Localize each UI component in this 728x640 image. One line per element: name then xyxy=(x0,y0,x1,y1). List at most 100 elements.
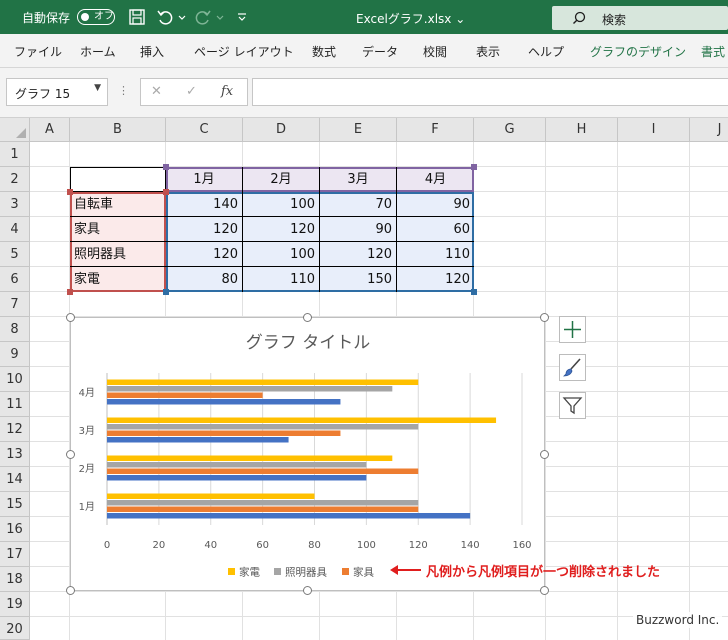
range-handle[interactable] xyxy=(67,289,73,295)
table-cell[interactable]: 90 xyxy=(320,217,397,242)
chart-styles-button[interactable] xyxy=(559,354,586,381)
table-cell[interactable]: 120 xyxy=(166,217,243,242)
tab-format[interactable]: 書式 xyxy=(701,43,725,60)
range-handle[interactable] xyxy=(67,189,73,195)
window-title[interactable]: Excelグラフ.xlsx ⌄ xyxy=(356,10,465,27)
column-header[interactable]: E xyxy=(320,118,397,142)
legend[interactable]: 家電 照明器具 家具 xyxy=(228,566,374,579)
select-all-corner[interactable] xyxy=(0,118,30,142)
row-header[interactable]: 15 xyxy=(0,492,30,517)
tab-home[interactable]: ホーム xyxy=(80,43,116,60)
resize-handle[interactable] xyxy=(540,450,549,459)
tab-view[interactable]: 表示 xyxy=(476,43,500,60)
table-row-label[interactable]: 家具 xyxy=(70,217,166,242)
name-box[interactable]: グラフ 15 ▼ xyxy=(6,78,108,106)
resize-handle[interactable] xyxy=(66,450,75,459)
resize-handle[interactable] xyxy=(66,313,75,322)
table-cell[interactable]: 120 xyxy=(397,267,474,292)
table-row-label[interactable]: 自転車 xyxy=(70,192,166,217)
table-cell[interactable]: 120 xyxy=(166,242,243,267)
row-header[interactable]: 8 xyxy=(0,317,30,342)
table-cell[interactable]: 120 xyxy=(320,242,397,267)
redo-icon[interactable] xyxy=(194,8,212,26)
table-row-label[interactable]: 家電 xyxy=(70,267,166,292)
column-header[interactable]: G xyxy=(474,118,546,142)
plot-area[interactable]: 0 20 40 60 80 100 120 140 160 1月 2月 3月 4月 xyxy=(79,373,532,551)
row-header[interactable]: 4 xyxy=(0,217,30,242)
table-cell[interactable]: 140 xyxy=(166,192,243,217)
save-icon[interactable] xyxy=(128,8,146,26)
resize-handle[interactable] xyxy=(540,313,549,322)
row-header[interactable]: 13 xyxy=(0,442,30,467)
range-handle[interactable] xyxy=(163,289,169,295)
table-header[interactable]: 2月 xyxy=(243,167,320,192)
table-header[interactable]: 1月 xyxy=(166,167,243,192)
tab-page-layout[interactable]: ページ レイアウト xyxy=(194,43,294,60)
cell-b2[interactable] xyxy=(70,167,166,192)
table-cell[interactable]: 100 xyxy=(243,242,320,267)
column-header[interactable]: B xyxy=(70,118,166,142)
range-handle[interactable] xyxy=(163,189,169,195)
table-cell[interactable]: 60 xyxy=(397,217,474,242)
tab-help[interactable]: ヘルプ xyxy=(528,43,564,60)
insert-function-icon[interactable]: fx xyxy=(221,84,233,99)
resize-handle[interactable] xyxy=(540,586,549,595)
tab-insert[interactable]: 挿入 xyxy=(140,43,164,60)
resize-handle[interactable] xyxy=(303,586,312,595)
customize-toolbar-icon[interactable] xyxy=(236,8,248,26)
row-header[interactable]: 12 xyxy=(0,417,30,442)
range-handle[interactable] xyxy=(471,164,477,170)
table-cell[interactable]: 70 xyxy=(320,192,397,217)
row-header[interactable]: 16 xyxy=(0,517,30,542)
range-handle[interactable] xyxy=(471,289,477,295)
table-cell[interactable]: 110 xyxy=(243,267,320,292)
resize-handle[interactable] xyxy=(303,313,312,322)
chevron-down-icon[interactable]: ▼ xyxy=(94,83,101,93)
row-header[interactable]: 17 xyxy=(0,542,30,567)
table-cell[interactable]: 90 xyxy=(397,192,474,217)
undo-icon[interactable] xyxy=(156,8,174,26)
table-cell[interactable]: 100 xyxy=(243,192,320,217)
row-header[interactable]: 11 xyxy=(0,392,30,417)
column-header[interactable]: F xyxy=(397,118,474,142)
row-header[interactable]: 18 xyxy=(0,567,30,592)
autosave-toggle[interactable]: オフ xyxy=(77,9,115,25)
tab-chart-design[interactable]: グラフのデザイン xyxy=(590,43,686,60)
tab-review[interactable]: 校閲 xyxy=(423,43,447,60)
column-header[interactable]: J xyxy=(690,118,728,142)
formula-input[interactable] xyxy=(252,78,728,106)
chart-area[interactable]: グラフ タイトル 0 20 40 60 80 100 120 140 160 1月 2月 3月 4月 家… xyxy=(70,317,545,591)
table-cell[interactable]: 150 xyxy=(320,267,397,292)
row-header[interactable]: 10 xyxy=(0,367,30,392)
column-header[interactable]: I xyxy=(618,118,690,142)
row-header[interactable]: 7 xyxy=(0,292,30,317)
row-header[interactable]: 9 xyxy=(0,342,30,367)
table-header[interactable]: 4月 xyxy=(397,167,474,192)
chart-filters-button[interactable] xyxy=(559,392,586,419)
row-header[interactable]: 20 xyxy=(0,617,30,640)
row-header[interactable]: 5 xyxy=(0,242,30,267)
cancel-icon[interactable]: ✕ xyxy=(151,84,162,99)
chart-elements-button[interactable] xyxy=(559,316,586,343)
undo-dropdown-icon[interactable] xyxy=(177,8,187,26)
chart-title[interactable]: グラフ タイトル xyxy=(246,333,370,353)
row-header[interactable]: 3 xyxy=(0,192,30,217)
enter-icon[interactable]: ✓ xyxy=(186,84,197,99)
tab-data[interactable]: データ xyxy=(362,43,398,60)
row-header[interactable]: 6 xyxy=(0,267,30,292)
table-cell[interactable]: 110 xyxy=(397,242,474,267)
search-box[interactable]: 検索 xyxy=(552,6,728,30)
range-handle[interactable] xyxy=(163,164,169,170)
table-cell[interactable]: 80 xyxy=(166,267,243,292)
row-header[interactable]: 1 xyxy=(0,142,30,167)
tab-file[interactable]: ファイル xyxy=(14,43,62,60)
table-header[interactable]: 3月 xyxy=(320,167,397,192)
tab-formulas[interactable]: 数式 xyxy=(312,43,336,60)
row-header[interactable]: 2 xyxy=(0,167,30,192)
redo-dropdown-icon[interactable] xyxy=(215,8,225,26)
column-header[interactable]: H xyxy=(546,118,618,142)
column-header[interactable]: C xyxy=(166,118,243,142)
table-cell[interactable]: 120 xyxy=(243,217,320,242)
column-header[interactable]: D xyxy=(243,118,320,142)
resize-handle[interactable] xyxy=(66,586,75,595)
